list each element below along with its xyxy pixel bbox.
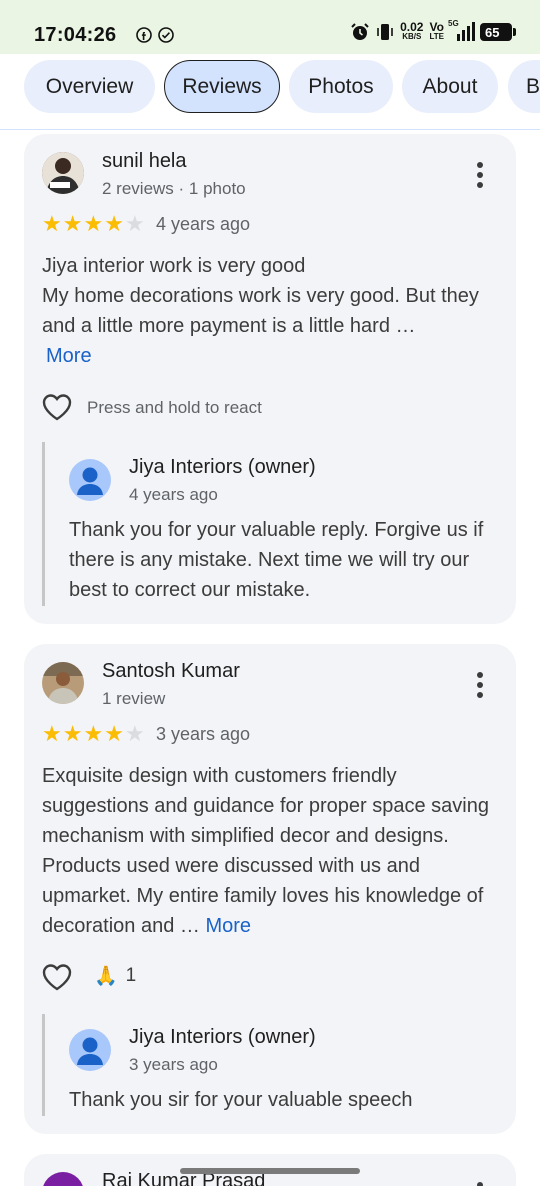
review-body: Jiya interior work is very good My home … bbox=[42, 255, 479, 337]
review-body: Exquisite design with customers friendly… bbox=[42, 765, 489, 937]
status-bar: 17:04:26 0.02 KB/S Vo LTE 5G 65 bbox=[0, 0, 540, 54]
tab-partial[interactable]: B bbox=[508, 60, 540, 113]
star-icon: ★ bbox=[62, 721, 83, 746]
owner-name: Jiya Interiors (owner) bbox=[129, 1026, 316, 1048]
folded-hands-icon: 🙏 bbox=[94, 966, 118, 987]
owner-name: Jiya Interiors (owner) bbox=[129, 456, 316, 478]
network-speed: 0.02 KB/S bbox=[400, 20, 424, 41]
review-time: 4 years ago bbox=[156, 214, 251, 234]
review-text: Jiya interior work is very good My home … bbox=[42, 251, 502, 371]
star-icon: ★ bbox=[62, 211, 83, 236]
place-tabs: Overview Reviews Photos About B bbox=[0, 54, 540, 130]
signal-icon: 5G bbox=[448, 19, 475, 42]
clock: 17:04:26 bbox=[34, 24, 117, 46]
star-rating: ★ ★ ★ ★ ★ bbox=[42, 213, 145, 235]
star-icon: ★ bbox=[124, 211, 145, 236]
tab-about[interactable]: About bbox=[402, 60, 498, 113]
review-card: Santosh Kumar 1 review ★ ★ ★ ★ ★ 3 years… bbox=[24, 644, 516, 1134]
owner-reply-time: 3 years ago bbox=[129, 1055, 218, 1074]
tab-overview[interactable]: Overview bbox=[24, 60, 155, 113]
more-options-icon[interactable] bbox=[470, 160, 490, 190]
review-card: sunil hela 2 reviews · 1 photo ★ ★ ★ ★ ★… bbox=[24, 134, 516, 624]
home-indicator[interactable] bbox=[180, 1168, 360, 1174]
review-time: 3 years ago bbox=[156, 724, 251, 744]
facebook-icon bbox=[136, 27, 152, 43]
more-options-icon[interactable] bbox=[470, 670, 490, 700]
star-icon: ★ bbox=[83, 211, 104, 236]
owner-avatar bbox=[69, 1029, 111, 1071]
heart-icon[interactable] bbox=[41, 392, 73, 422]
reviewer-name[interactable]: sunil hela bbox=[102, 150, 187, 173]
tab-photos[interactable]: Photos bbox=[289, 60, 393, 113]
reviewer-meta: 1 review bbox=[102, 689, 166, 708]
reaction-chip[interactable]: 🙏 1 bbox=[94, 964, 136, 988]
owner-avatar bbox=[69, 459, 111, 501]
owner-reply-time: 4 years ago bbox=[129, 485, 218, 504]
reviewer-avatar[interactable] bbox=[42, 152, 84, 194]
star-icon: ★ bbox=[124, 721, 145, 746]
reaction-count: 1 bbox=[125, 965, 137, 986]
review-text: Exquisite design with customers friendly… bbox=[42, 761, 502, 941]
star-icon: ★ bbox=[42, 721, 62, 746]
tab-reviews[interactable]: Reviews bbox=[164, 60, 280, 113]
check-circle-icon bbox=[158, 27, 174, 43]
reviewer-avatar[interactable] bbox=[42, 1172, 84, 1186]
owner-reply-text: Thank you sir for your valuable speech bbox=[69, 1089, 413, 1111]
notification-icons bbox=[136, 27, 174, 43]
more-link[interactable]: More bbox=[205, 915, 251, 937]
star-icon: ★ bbox=[104, 211, 124, 236]
reviewer-name[interactable]: Santosh Kumar bbox=[102, 660, 240, 683]
alarm-icon bbox=[351, 23, 369, 40]
reply-divider bbox=[42, 442, 45, 606]
star-rating: ★ ★ ★ ★ ★ bbox=[42, 723, 145, 745]
heart-icon[interactable] bbox=[41, 962, 73, 992]
battery-indicator: 65 bbox=[480, 23, 516, 41]
star-icon: ★ bbox=[42, 211, 62, 236]
star-icon: ★ bbox=[83, 721, 104, 746]
react-hint: Press and hold to react bbox=[87, 398, 262, 417]
reply-divider bbox=[42, 1014, 45, 1116]
more-link[interactable]: More bbox=[46, 345, 92, 367]
reviewer-avatar[interactable] bbox=[42, 662, 84, 704]
more-options-icon[interactable] bbox=[470, 1180, 490, 1186]
vibrate-icon bbox=[377, 24, 393, 40]
reviewer-meta: 2 reviews · 1 photo bbox=[102, 179, 246, 198]
owner-reply-text: Thank you for your valuable reply. Forgi… bbox=[69, 519, 484, 601]
volte-indicator: Vo LTE bbox=[429, 20, 444, 41]
star-icon: ★ bbox=[104, 721, 124, 746]
